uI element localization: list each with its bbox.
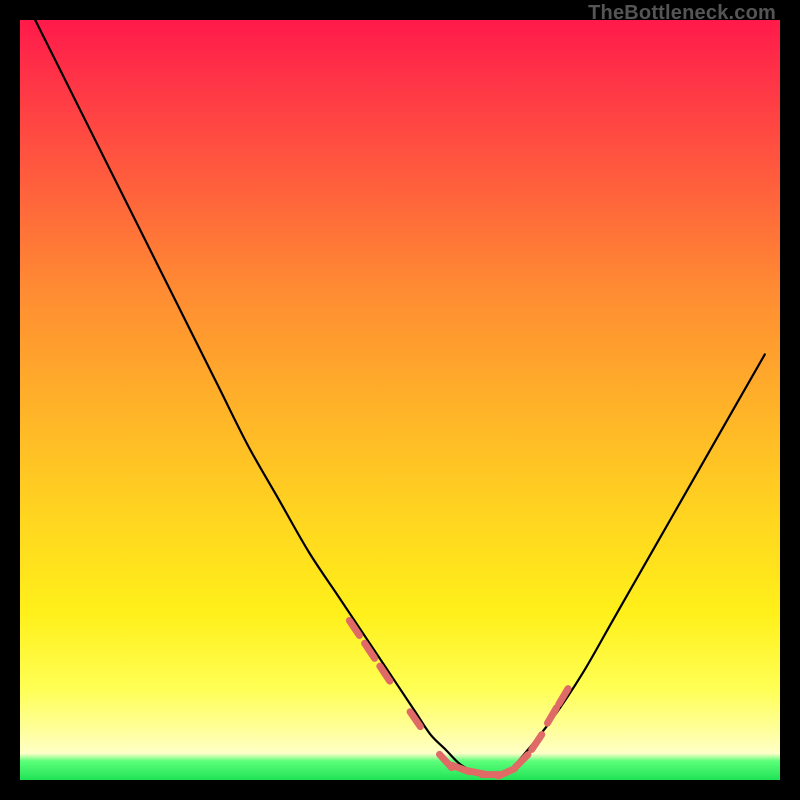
highlight-dashes-group — [349, 621, 568, 777]
highlight-dash — [410, 712, 420, 727]
curve-layer — [20, 20, 780, 780]
highlight-dash — [547, 708, 556, 724]
highlight-dash — [498, 769, 514, 776]
highlight-dash — [349, 621, 359, 636]
highlight-dash — [365, 643, 375, 658]
highlight-dash — [515, 755, 528, 768]
highlight-dash — [532, 735, 542, 750]
highlight-dash — [380, 666, 390, 681]
plot-area — [20, 20, 780, 780]
chart-frame: TheBottleneck.com — [0, 0, 800, 800]
highlight-dash — [559, 689, 568, 704]
bottleneck-curve-line — [35, 20, 765, 776]
